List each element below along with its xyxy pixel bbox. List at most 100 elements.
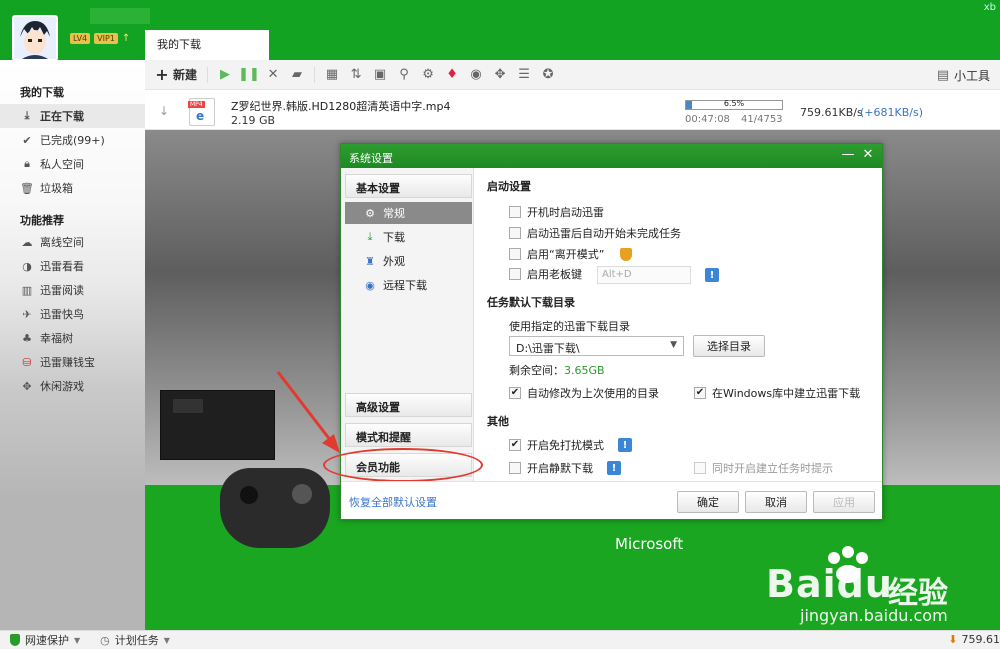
info-icon[interactable]: ! bbox=[607, 461, 621, 475]
windows-library-option[interactable]: ✔ 在Windows库中建立迅雷下载 bbox=[694, 385, 860, 401]
pause-icon[interactable]: ❚❚ bbox=[238, 67, 260, 82]
mp4-file-icon: MP4 e bbox=[188, 98, 215, 126]
settings-item-remote[interactable]: ◉ 远程下载 bbox=[345, 274, 472, 296]
sidebar-item-money-box[interactable]: ⛁ 迅雷赚钱宝 bbox=[0, 350, 145, 374]
sidebar-item-label: 离线空间 bbox=[40, 236, 84, 249]
settings-content: 启动设置 开机时启动迅雷 启动迅雷后自动开始未完成任务 启用“离开模式” 启用老… bbox=[483, 174, 873, 476]
sidebar-item-trash[interactable]: 🗑︎ 垃圾箱 bbox=[0, 176, 145, 200]
check-icon: ✔ bbox=[22, 133, 32, 147]
sidebar-item-private[interactable]: 🔒︎ 私人空间 bbox=[0, 152, 145, 176]
watermark-brand: Baidu bbox=[766, 562, 893, 606]
sidebar-item-completed[interactable]: ✔ 已完成(99+) bbox=[0, 128, 145, 152]
boss-key-option[interactable]: 启用老板键 Alt+D ! bbox=[509, 266, 769, 284]
checkbox[interactable]: ✔ bbox=[694, 387, 706, 399]
cancel-button[interactable]: 取消 bbox=[745, 491, 807, 513]
delete-icon[interactable]: ✕ bbox=[266, 67, 280, 82]
download-dir-select[interactable]: D:\迅雷下载\ ▼ bbox=[509, 336, 684, 356]
checkbox[interactable] bbox=[509, 248, 521, 260]
ok-button[interactable]: 确定 bbox=[677, 491, 739, 513]
grid-view-icon[interactable]: ▦ bbox=[325, 67, 339, 82]
file-type-tag: MP4 bbox=[188, 101, 205, 108]
checkbox[interactable]: ✔ bbox=[509, 439, 521, 451]
sidebar-item-downloading[interactable]: ⤓ 正在下载 bbox=[0, 104, 145, 128]
vip-badge[interactable]: VIP1 bbox=[94, 33, 118, 44]
startup-on-boot-option[interactable]: 开机时启动迅雷 bbox=[509, 204, 604, 220]
category-basic[interactable]: 基本设置 bbox=[345, 174, 472, 198]
money-icon: ⛁ bbox=[22, 355, 32, 369]
dialog-title-text: 系统设置 bbox=[349, 152, 393, 165]
checkbox[interactable] bbox=[509, 227, 521, 239]
time-remaining: 00:47:08 bbox=[685, 114, 730, 125]
checkbox[interactable]: ✔ bbox=[509, 387, 521, 399]
avatar[interactable] bbox=[12, 15, 58, 61]
sidebar-item-offline-space[interactable]: ☁ 离线空间 bbox=[0, 230, 145, 254]
restore-defaults-link[interactable]: 恢复全部默认设置 bbox=[349, 494, 437, 510]
apply-button: 应用 bbox=[813, 491, 875, 513]
list-icon[interactable]: ☰ bbox=[517, 67, 531, 82]
toolbar: + 新建 ▶ ❚❚ ✕ ▰ ▦ ⇅ ▣ ⚲ ⚙ ♦ ◉ ✥ ☰ ✪ ▤ 小工具 bbox=[145, 60, 1000, 90]
table-row[interactable]: ↓ MP4 e Z罗纪世界.韩版.HD1280超清英语中字.mp4 2.19 G… bbox=[145, 90, 1000, 130]
minimize-icon[interactable]: — bbox=[840, 147, 856, 163]
option-label: 启用老板键 bbox=[527, 268, 582, 281]
baidu-jingyan-watermark: Baidu 经验 jingyan.baidu.com bbox=[760, 546, 985, 628]
gear-icon[interactable]: ⚙ bbox=[421, 67, 435, 82]
new-task-label: 新建 bbox=[173, 68, 198, 82]
auto-resume-option[interactable]: 启动迅雷后自动开始未完成任务 bbox=[509, 225, 681, 241]
sidebar-item-label: 迅雷阅读 bbox=[40, 284, 84, 297]
boss-key-input[interactable]: Alt+D bbox=[597, 266, 691, 284]
gamepad-icon[interactable]: ✥ bbox=[493, 67, 507, 82]
play-icon[interactable]: ▶ bbox=[218, 67, 232, 82]
dialog-footer: 恢复全部默认设置 确定 取消 应用 bbox=[341, 481, 882, 519]
settings-item-download[interactable]: ⤓ 下载 bbox=[345, 226, 472, 248]
highlight-oval bbox=[323, 448, 483, 482]
option-label: 开启免打扰模式 bbox=[527, 439, 604, 452]
sidebar-item-xunlei-read[interactable]: ▥ 迅雷阅读 bbox=[0, 278, 145, 302]
new-task-button[interactable]: + 新建 bbox=[155, 65, 198, 84]
checkbox[interactable] bbox=[509, 268, 521, 280]
away-mode-option[interactable]: 启用“离开模式” bbox=[509, 246, 633, 262]
folder-icon[interactable]: ▰ bbox=[290, 67, 304, 82]
checkbox[interactable] bbox=[509, 206, 521, 218]
info-icon[interactable]: ▣ bbox=[373, 67, 387, 82]
film-icon[interactable]: ✪ bbox=[541, 67, 555, 82]
sidebar-item-xunlei-kankan[interactable]: ◑ 迅雷看看 bbox=[0, 254, 145, 278]
free-space: 剩余空间：3.65GB bbox=[509, 362, 605, 378]
silent-download-option[interactable]: 开启静默下载 ! bbox=[509, 460, 621, 476]
globe-icon: ◉ bbox=[365, 278, 375, 292]
close-icon[interactable]: ✕ bbox=[860, 147, 876, 163]
vip-icon[interactable]: ♦ bbox=[445, 67, 459, 82]
category-mode-reminder[interactable]: 模式和提醒 bbox=[345, 423, 472, 447]
tab-my-downloads[interactable]: 我的下载 bbox=[145, 30, 269, 60]
sidebar-item-kuainiao[interactable]: ✈ 迅雷快鸟 bbox=[0, 302, 145, 326]
checkbox[interactable] bbox=[509, 462, 521, 474]
plan-task-button[interactable]: ◷ 计划任务 ▼ bbox=[90, 632, 180, 648]
clock-icon: ◷ bbox=[100, 633, 110, 647]
gamepad-icon: ✥ bbox=[22, 379, 32, 393]
globe-icon[interactable]: ◉ bbox=[469, 67, 483, 82]
file-size: 2.19 GB bbox=[231, 114, 276, 127]
info-icon[interactable]: ! bbox=[618, 438, 632, 452]
no-disturb-option[interactable]: ✔ 开启免打扰模式 ! bbox=[509, 437, 632, 453]
sidebar-item-happy-tree[interactable]: ♣ 幸福树 bbox=[0, 326, 145, 350]
info-icon[interactable]: ! bbox=[705, 268, 719, 282]
choose-dir-button[interactable]: 选择目录 bbox=[693, 335, 765, 357]
download-speed: 759.61KB/s bbox=[800, 106, 863, 119]
search-icon[interactable]: ⚲ bbox=[397, 67, 411, 82]
settings-item-appearance[interactable]: ♜ 外观 bbox=[345, 250, 472, 272]
network-protect-button[interactable]: 网速保护 ▼ bbox=[0, 632, 90, 648]
option-label: 启用“离开模式” bbox=[527, 248, 605, 261]
free-space-label: 剩余空间： bbox=[509, 364, 564, 377]
category-advanced[interactable]: 高级设置 bbox=[345, 393, 472, 417]
level-badge: LV4 bbox=[70, 33, 91, 44]
settings-item-label: 下载 bbox=[383, 231, 405, 244]
tools-button[interactable]: ▤ 小工具 bbox=[936, 67, 990, 84]
sidebar: 我的下载 ⤓ 正在下载 ✔ 已完成(99+) 🔒︎ 私人空间 🗑︎ 垃圾箱 功能… bbox=[0, 60, 145, 630]
sort-icon[interactable]: ⇅ bbox=[349, 67, 363, 82]
arrow-up-icon: ↑ bbox=[121, 33, 131, 44]
settings-item-label: 常规 bbox=[383, 207, 405, 220]
auto-last-dir-option[interactable]: ✔ 自动修改为上次使用的目录 bbox=[509, 385, 659, 401]
sidebar-item-games[interactable]: ✥ 休闲游戏 bbox=[0, 374, 145, 398]
xbox-console-image bbox=[160, 390, 275, 460]
settings-item-general[interactable]: ⚙ 常规 bbox=[345, 202, 472, 224]
download-icon: ⤓ bbox=[24, 109, 30, 122]
